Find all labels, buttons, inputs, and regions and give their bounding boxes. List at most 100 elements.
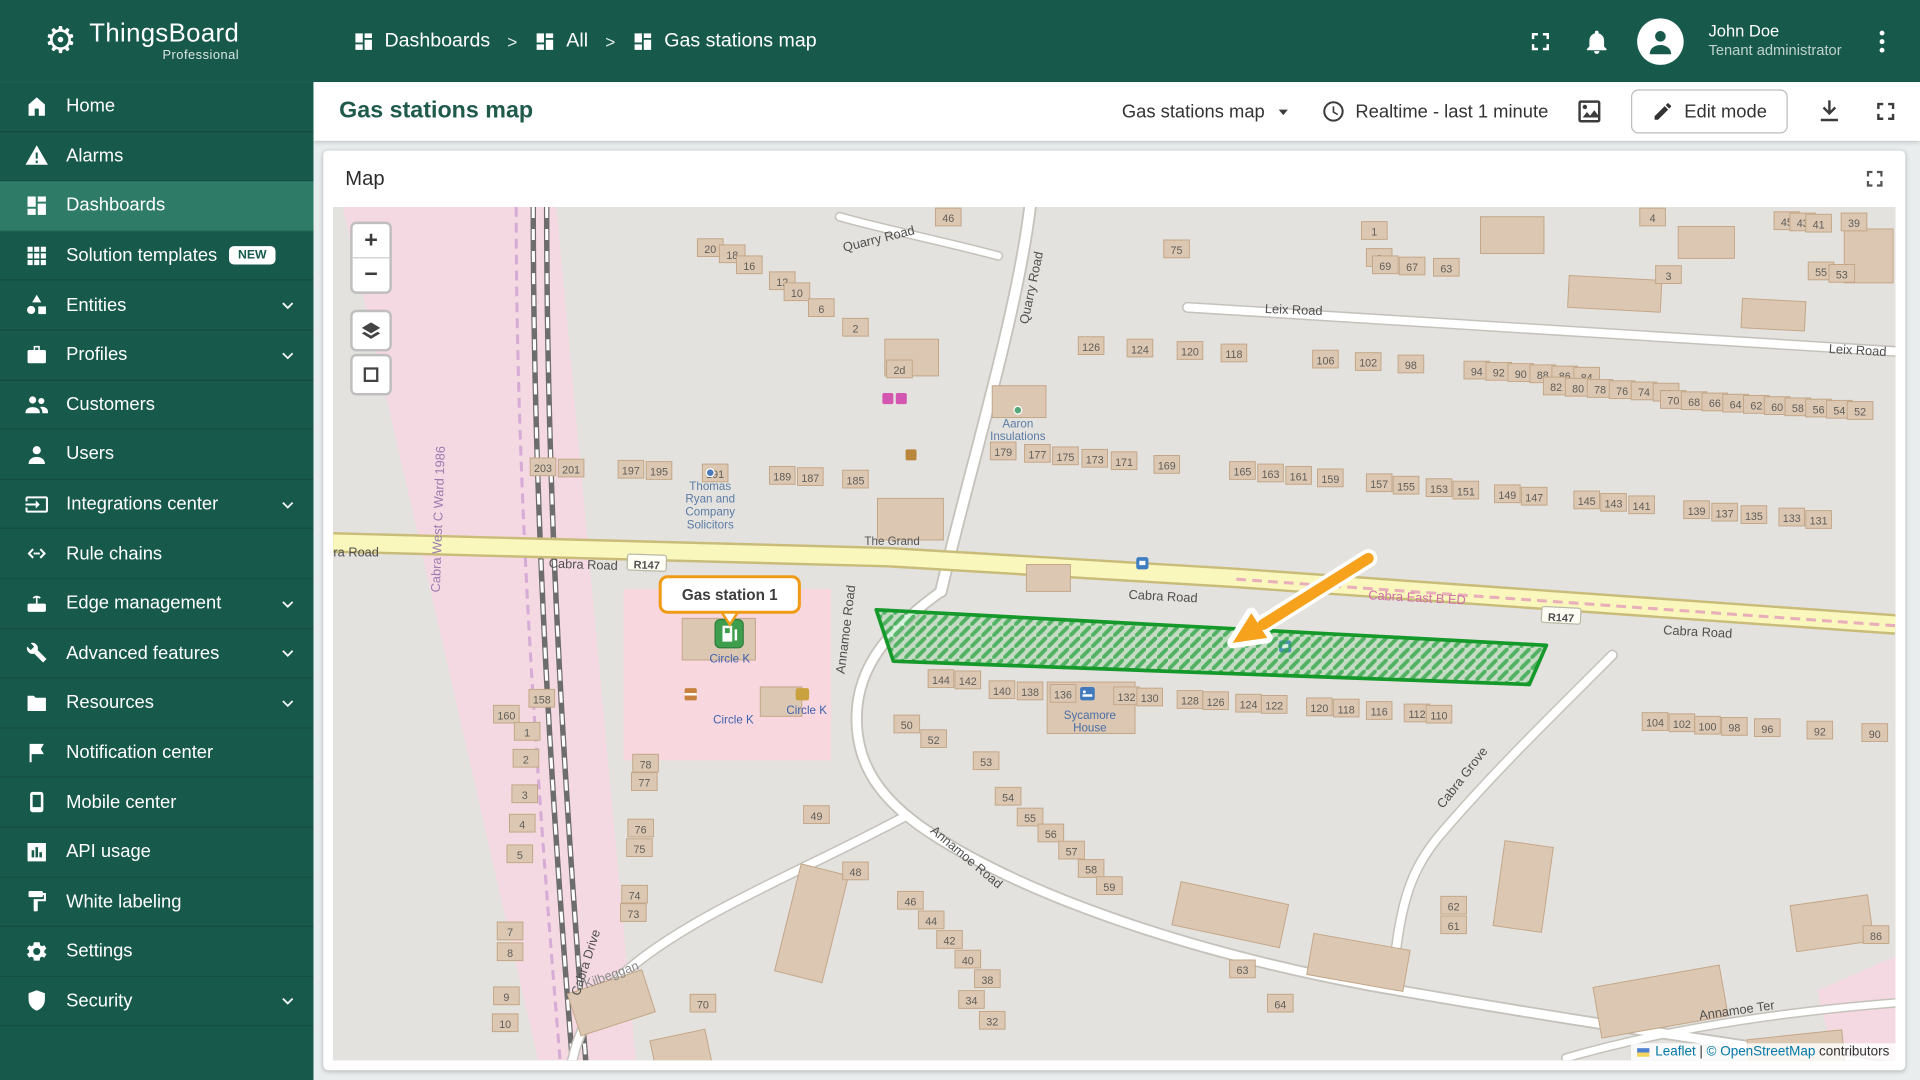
sidebar-item-dashboards[interactable]: Dashboards (0, 181, 314, 232)
building-number: 203 (534, 463, 552, 475)
svg-text:Company: Company (685, 505, 735, 518)
sidebar-item-home[interactable]: Home (0, 82, 314, 132)
building-number: 38 (981, 975, 993, 987)
building-number: 92 (1814, 726, 1826, 738)
profiles-icon (24, 343, 48, 367)
building-number: 86 (1870, 931, 1882, 943)
sidebar-item-white-labeling[interactable]: White labeling (0, 877, 314, 928)
building-number: 50 (901, 720, 913, 732)
download-button[interactable] (1815, 97, 1844, 126)
sidebar-item-rule-chains[interactable]: Rule chains (0, 529, 314, 580)
building-number: 70 (1667, 396, 1679, 408)
sidebar-item-edge-management[interactable]: Edge management (0, 579, 314, 629)
avatar[interactable] (1637, 17, 1684, 65)
osm-link[interactable]: © OpenStreetMap (1707, 1044, 1816, 1059)
sidebar-item-profiles[interactable]: Profiles (0, 331, 314, 381)
timewindow-button[interactable]: Realtime - last 1 minute (1321, 99, 1548, 123)
building-number: 75 (633, 844, 645, 856)
edit-mode-button[interactable]: Edit mode (1631, 89, 1788, 134)
sidebar-item-label: Entities (66, 294, 127, 316)
sidebar-item-notification-center[interactable]: Notification center (0, 728, 314, 778)
clothes-shop-icon (895, 393, 907, 405)
building-number: 2 (853, 323, 859, 335)
sidebar-item-label: Advanced features (66, 642, 220, 664)
sidebar-item-api-usage[interactable]: API usage (0, 828, 314, 878)
building-number: 39 (1848, 218, 1860, 230)
building-number: 53 (980, 757, 992, 769)
sidebar-item-resources[interactable]: Resources (0, 679, 314, 729)
integrations-icon (24, 492, 48, 516)
road-label: Cabra Road (549, 556, 619, 573)
building-number: 10 (791, 288, 803, 300)
more-menu-button[interactable] (1866, 25, 1898, 57)
svg-text:Circle K: Circle K (786, 704, 827, 717)
breadcrumb-dashboards[interactable]: Dashboards (353, 30, 490, 52)
sidebar-item-customers[interactable]: Customers (0, 380, 314, 430)
sidebar-item-integrations-center[interactable]: Integrations center (0, 480, 314, 530)
sidebar-item-label: Solution templates (66, 244, 218, 266)
building-number: 165 (1234, 467, 1252, 479)
svg-text:Insulations: Insulations (990, 430, 1046, 443)
poi-label: Circle K (786, 704, 827, 717)
sidebar-item-security[interactable]: Security (0, 977, 314, 1027)
breadcrumb-current[interactable]: Gas stations map (632, 30, 817, 52)
road-label: Leix Road (1828, 341, 1886, 359)
building-number: 16 (743, 261, 755, 273)
caret-down-icon (1272, 100, 1294, 122)
building-number: 64 (1274, 999, 1286, 1011)
building-number: 59 (1103, 882, 1115, 894)
zoom-in-button[interactable]: + (352, 224, 390, 259)
breadcrumb-all[interactable]: All (534, 30, 588, 52)
building-number: 2 (523, 754, 529, 766)
sidebar-item-label: Resources (66, 692, 154, 714)
widget-title: Map (345, 167, 385, 190)
map[interactable]: 46201816121062752d1269676343454341395553… (333, 206, 1896, 1061)
logo-title: ThingsBoard (89, 19, 240, 48)
fullscreen-button[interactable] (1525, 25, 1557, 57)
chevron-down-icon (277, 344, 299, 366)
layers-control[interactable] (350, 309, 392, 352)
dashboards-icon (632, 30, 654, 52)
logo[interactable]: ⚙ ThingsBoard Professional (0, 20, 313, 63)
dashboard-state-select[interactable]: Gas stations map (1122, 100, 1294, 122)
building-number: 52 (928, 735, 940, 747)
road-label: R147 (1540, 605, 1582, 625)
building-number: 90 (1869, 729, 1881, 741)
building-number: 63 (1440, 263, 1452, 275)
sidebar-item-solution-templates[interactable]: Solution templates NEW (0, 231, 314, 281)
building-number: 118 (1338, 704, 1355, 716)
notifications-button[interactable] (1581, 25, 1613, 57)
svg-text:R147: R147 (1548, 612, 1575, 625)
sidebar-item-settings[interactable]: Settings (0, 927, 314, 977)
building-number: 57 (1066, 846, 1078, 858)
building-number: 10 (499, 1019, 511, 1031)
building-number: 157 (1370, 479, 1388, 491)
building-number: 94 (1471, 366, 1483, 378)
sidebar-item-entities[interactable]: Entities (0, 281, 314, 331)
svg-text:Circle K: Circle K (709, 652, 750, 665)
zoom-out-button[interactable]: − (353, 258, 390, 291)
sidebar-item-users[interactable]: Users (0, 430, 314, 480)
building-number: 153 (1430, 484, 1448, 496)
fullscreen-dashboard-button[interactable] (1871, 97, 1900, 126)
chevron-down-icon (277, 990, 299, 1012)
leaflet-link[interactable]: Leaflet (1655, 1044, 1695, 1059)
sidebar-item-mobile-center[interactable]: Mobile center (0, 778, 314, 828)
image-button[interactable] (1575, 97, 1604, 126)
dashboard-toolbar: Gas stations map Gas stations map Realti… (313, 82, 1920, 141)
user-name: John Doe (1708, 21, 1780, 40)
building-number: 158 (533, 694, 551, 706)
building-number: 155 (1397, 481, 1415, 493)
header-actions: John Doe Tenant administrator (1525, 17, 1920, 65)
templates-icon (24, 243, 48, 267)
map-container[interactable]: 46201816121062752d1269676343454341395553… (333, 206, 1896, 1061)
shape-select-control[interactable] (350, 353, 392, 396)
building-number: 8 (507, 948, 513, 960)
user-menu[interactable]: John Doe Tenant administrator (1708, 22, 1841, 61)
building-number: 53 (1836, 270, 1848, 282)
sidebar-item-alarms[interactable]: Alarms (0, 132, 314, 182)
sidebar-item-advanced-features[interactable]: Advanced features (0, 629, 314, 679)
new-badge: NEW (229, 246, 276, 265)
road-label: R147 (626, 553, 668, 572)
widget-expand-button[interactable] (1861, 165, 1888, 192)
